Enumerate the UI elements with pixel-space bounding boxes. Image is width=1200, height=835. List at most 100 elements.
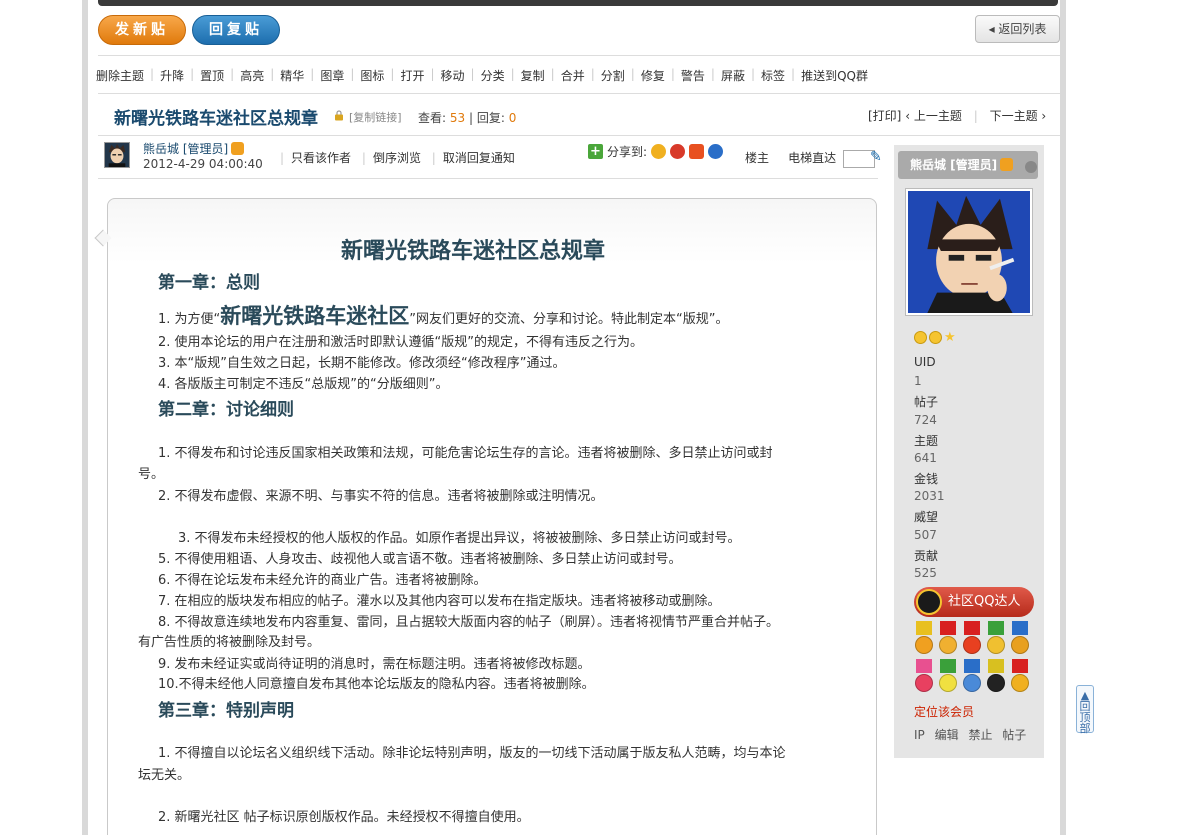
medal-icon[interactable] — [938, 659, 958, 693]
rule-line: 4. 各版版主可制定不违反“总版规”的“分版细则”。 — [158, 377, 449, 392]
post-author-name[interactable]: 熊岳城 [管理员] — [143, 142, 228, 156]
medal-icon[interactable] — [986, 621, 1006, 655]
back-to-top-label: 回顶部 — [1079, 700, 1091, 735]
replies-label: 回复: — [476, 111, 505, 125]
prestige-label: 威望 — [914, 510, 939, 524]
mod-repair[interactable]: 修复 — [641, 67, 665, 83]
admin-badge-icon — [1000, 158, 1014, 171]
thread-stats: 查看: 53 | 回复: 0 — [418, 109, 516, 126]
rule-line: 10.不得未经他人同意擅自发布其他本论坛版友的隐私内容。违者将被删除。 — [158, 677, 595, 692]
edit-link[interactable]: 编辑 — [935, 728, 959, 742]
mod-tag[interactable]: 标签 — [761, 67, 785, 83]
mod-split[interactable]: 分割 — [601, 67, 625, 83]
medal-icon[interactable] — [986, 659, 1006, 693]
rule-line: 1. 为方便“新曙光铁路车迷社区”网友们更好的交流、分享和讨论。特此制定本“版规… — [158, 304, 729, 328]
mod-bump[interactable]: 升降 — [160, 67, 184, 83]
sidebar-author-name[interactable]: 熊岳城 [管理员] — [898, 151, 1038, 179]
author-avatar-small[interactable] — [104, 142, 130, 168]
member-posts-link[interactable]: 帖子 — [1002, 728, 1026, 742]
reverse-view-link[interactable]: 倒序浏览 — [373, 151, 421, 165]
divider — [98, 135, 1060, 136]
mod-icon[interactable]: 图标 — [360, 67, 384, 83]
print-link[interactable]: [打印] — [868, 109, 901, 123]
mod-warn[interactable]: 警告 — [681, 67, 705, 83]
share-bar: + 分享到: — [588, 143, 724, 160]
mod-stamp[interactable]: 图章 — [320, 67, 344, 83]
rule-line: 2. 新曙光社区 帖子标识原创版权作品。未经授权不得擅自使用。 — [158, 810, 530, 825]
medal-icon[interactable] — [1010, 621, 1030, 655]
user-rank-icons: ★ — [914, 331, 959, 344]
new-post-button[interactable]: 发新贴 — [98, 15, 186, 45]
replies-count: 0 — [508, 111, 517, 125]
divider — [98, 55, 1060, 56]
ban-link[interactable]: 禁止 — [968, 728, 992, 742]
copy-link[interactable]: [复制链接] — [349, 109, 402, 125]
cancel-notify-link[interactable]: 取消回复通知 — [443, 151, 515, 165]
forum-name-highlight: 新曙光铁路车迷社区 — [220, 304, 410, 328]
chapter-heading: 第三章：特别声明 — [158, 701, 294, 721]
threads-label: 主题 — [914, 434, 939, 448]
message-icon[interactable] — [1025, 161, 1037, 173]
chapter-heading: 第一章：总则 — [158, 273, 260, 293]
reply-post-button[interactable]: 回复贴 — [192, 15, 280, 45]
admin-badge-icon — [231, 142, 245, 155]
rule-line: 2. 不得发布虚假、来源不明、与事实不符的信息。违者将被删除或注明情况。 — [158, 489, 604, 504]
mod-block[interactable]: 屏蔽 — [721, 67, 745, 83]
weibo-icon[interactable] — [670, 144, 686, 159]
sun-rank-icon — [929, 331, 942, 344]
mod-copy[interactable]: 复制 — [521, 67, 545, 83]
post-author[interactable]: 熊岳城 [管理员] — [143, 140, 245, 157]
medal-icon[interactable] — [1010, 659, 1030, 693]
ip-link[interactable]: IP — [914, 728, 925, 742]
mod-highlight[interactable]: 高亮 — [240, 67, 264, 83]
rule-line: 3. 不得发布未经授权的他人版权的作品。如原作者提出异议，将被被删除、多日禁止访… — [178, 531, 741, 546]
thread-title[interactable]: 新曙光铁路车迷社区总规章 — [114, 104, 318, 129]
rule-line: 号。 — [138, 467, 165, 482]
plus-icon[interactable]: + — [588, 144, 603, 159]
mod-move[interactable]: 移动 — [441, 67, 465, 83]
medal-icon[interactable] — [962, 621, 982, 655]
thread-nav: [打印] ‹ 上一主题 | 下一主题 › — [868, 109, 1047, 123]
locate-member-link[interactable]: 定位该会员 — [914, 703, 974, 720]
prestige-value: 507 — [914, 528, 937, 542]
posts-value: 724 — [914, 413, 937, 427]
medal-icon[interactable] — [938, 621, 958, 655]
back-to-top-button[interactable]: ▲ 回顶部 — [1076, 685, 1094, 735]
mod-classify[interactable]: 分类 — [481, 67, 505, 83]
medal-icon[interactable] — [914, 621, 934, 655]
money-value: 2031 — [914, 489, 945, 503]
rule-line: 1. 不得擅自以论坛名义组织线下活动。除非论坛特别声明，版友的一切线下活动属于版… — [158, 746, 786, 761]
next-topic-link[interactable]: 下一主题 — [990, 109, 1038, 123]
lock-icon — [335, 110, 343, 121]
rule-line: 6. 不得在论坛发布未经允许的商业广告。违者将被删除。 — [158, 573, 487, 588]
views-count: 53 — [449, 111, 466, 125]
back-to-list-button[interactable]: ◂ 返回列表 — [975, 15, 1060, 43]
back-arrow-icon: ◂ — [988, 22, 995, 36]
medal-icon[interactable] — [914, 659, 934, 693]
mod-sticky[interactable]: 置顶 — [200, 67, 224, 83]
rule-line: 坛无关。 — [138, 768, 191, 783]
author-avatar-large[interactable] — [905, 188, 1033, 316]
only-author-link[interactable]: 只看该作者 — [291, 151, 351, 165]
renren-icon[interactable] — [708, 144, 724, 159]
star-rank-icon: ★ — [944, 330, 956, 345]
floor-info: 楼主 电梯直达 — [745, 149, 875, 168]
rule-line: 有广告性质的将被删除及封号。 — [138, 635, 321, 650]
tencent-weibo-icon[interactable] — [689, 144, 705, 159]
contrib-value: 525 — [914, 566, 937, 580]
rule-line: 3. 本“版规”自生效之日起，长期不能修改。修改须经“修改程序”通过。 — [158, 356, 566, 371]
mod-merge[interactable]: 合并 — [561, 67, 585, 83]
qzone-icon[interactable] — [651, 144, 667, 159]
mod-digest[interactable]: 精华 — [280, 67, 304, 83]
mod-push-qq[interactable]: 推送到QQ群 — [801, 67, 868, 83]
author-sidebar: 熊岳城 [管理员] ★ UID 1 帖子 724 主题 641 金钱 2031 … — [894, 145, 1044, 758]
medal-icon[interactable] — [962, 659, 982, 693]
rule-line: 7. 在相应的版块发布相应的帖子。灌水以及其他内容可以发布在指定版块。违者将被移… — [158, 594, 721, 609]
uid-value: 1 — [914, 374, 922, 388]
prev-arrow-icon: ‹ — [905, 109, 911, 123]
posts-label: 帖子 — [914, 395, 939, 409]
prev-topic-link[interactable]: 上一主题 — [914, 109, 962, 123]
go-icon[interactable]: ✎ — [870, 149, 882, 165]
mod-delete[interactable]: 删除主题 — [96, 67, 144, 83]
mod-open[interactable]: 打开 — [400, 67, 424, 83]
